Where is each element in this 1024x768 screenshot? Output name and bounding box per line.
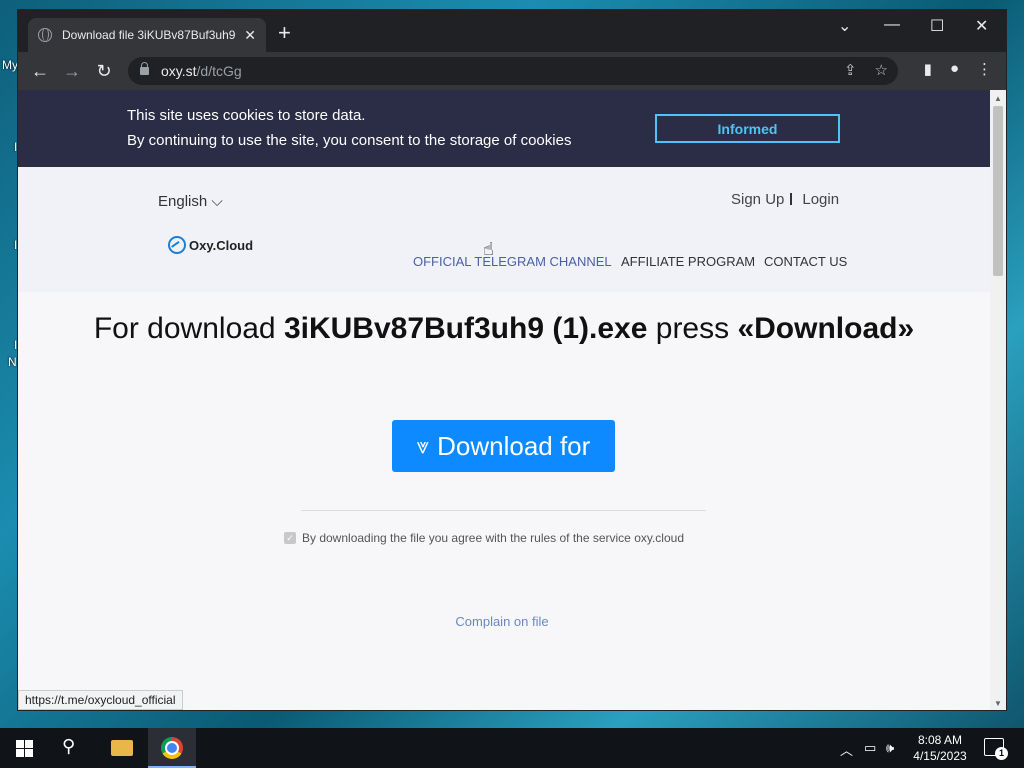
site-header: English ⌵ Sign Up Login Oxy.Cloud OFFICIA… bbox=[18, 167, 990, 292]
desktop-icon-label[interactable]: I bbox=[14, 338, 17, 352]
scrollbar-thumb[interactable] bbox=[993, 106, 1003, 276]
page-title: For download 3iKUBv87Buf3uh9 (1).exe pre… bbox=[18, 312, 990, 346]
divider bbox=[790, 193, 793, 205]
page-viewport: This site uses cookies to store data. By… bbox=[18, 90, 990, 710]
notification-icon[interactable]: 1 bbox=[984, 738, 1008, 760]
search-icon[interactable]: ⚲ bbox=[62, 736, 75, 757]
desktop-icon-label[interactable]: N bbox=[8, 355, 17, 369]
back-button[interactable]: ← bbox=[24, 61, 56, 82]
desktop-icon-label[interactable]: I bbox=[14, 140, 17, 154]
address-bar[interactable]: oxy.st/d/tcGg ⇪ ☆ bbox=[128, 57, 898, 85]
page-scrollbar[interactable]: ▲ ▼ bbox=[990, 90, 1006, 710]
minimize-button[interactable]: — bbox=[884, 16, 900, 34]
download-section: For download 3iKUBv87Buf3uh9 (1).exe pre… bbox=[18, 292, 990, 710]
forward-button[interactable]: → bbox=[56, 61, 88, 82]
bookmark-star-icon[interactable]: ☆ bbox=[875, 61, 888, 79]
desktop-icon-label[interactable]: My bbox=[2, 58, 18, 72]
maximize-button[interactable]: ☐ bbox=[930, 16, 944, 36]
hand-cursor-icon: ☝ bbox=[483, 239, 494, 259]
browser-window: Download file 3iKUBv87Buf3uh9 ✕ + ⌄ — ☐ … bbox=[18, 10, 1006, 710]
profile-icon[interactable]: ● bbox=[950, 60, 959, 78]
scroll-down-arrow-icon[interactable]: ▼ bbox=[994, 699, 1002, 708]
new-tab-button[interactable]: + bbox=[278, 22, 291, 44]
windows-start-icon[interactable] bbox=[16, 740, 33, 757]
chrome-icon bbox=[161, 737, 183, 759]
scroll-up-arrow-icon[interactable]: ▲ bbox=[994, 94, 1002, 103]
share-icon[interactable]: ⇪ bbox=[844, 61, 857, 79]
chevron-down-icon: ⌵ bbox=[211, 193, 223, 210]
chevron-up-icon[interactable]: ︿ bbox=[840, 740, 853, 759]
lock-icon[interactable] bbox=[140, 62, 149, 75]
browser-tab[interactable]: Download file 3iKUBv87Buf3uh9 ✕ bbox=[28, 18, 266, 52]
cookie-text-line2: By continuing to use the site, you conse… bbox=[127, 132, 572, 149]
download-button-label: Download for bbox=[437, 430, 591, 461]
language-selector[interactable]: English ⌵ bbox=[158, 193, 223, 210]
globe-icon bbox=[38, 28, 52, 42]
clock-time: 8:08 AM bbox=[917, 733, 963, 747]
reload-button[interactable]: ↻ bbox=[88, 61, 120, 82]
double-chevron-down-icon: ⩔ bbox=[416, 433, 430, 458]
system-clock[interactable]: 8:08 AM 4/15/2023 bbox=[906, 732, 974, 764]
site-logo[interactable]: Oxy.Cloud bbox=[168, 236, 253, 254]
headline-action: «Download» bbox=[737, 312, 915, 345]
headline-prefix: For download bbox=[93, 312, 284, 345]
download-button[interactable]: ⩔ Download for bbox=[392, 420, 615, 472]
file-name: 3iKUBv87Buf3uh9 (1).exe bbox=[283, 312, 648, 345]
chrome-taskbar-button[interactable] bbox=[148, 728, 196, 768]
agree-checkbox[interactable]: ✓ bbox=[284, 532, 296, 544]
informed-button[interactable]: Informed bbox=[655, 114, 840, 143]
desktop-icon-label[interactable]: I bbox=[14, 238, 17, 252]
notification-count: 1 bbox=[995, 747, 1008, 760]
login-link[interactable]: Login bbox=[802, 191, 839, 208]
nav-telegram-channel[interactable]: OFFICIAL TELEGRAM CHANNEL bbox=[413, 254, 612, 269]
volume-icon[interactable]: 🕪 bbox=[886, 740, 894, 756]
url-path: /d/tcGg bbox=[196, 63, 242, 79]
clock-date: 4/15/2023 bbox=[913, 749, 967, 763]
language-label: English bbox=[158, 193, 208, 210]
tab-title: Download file 3iKUBv87Buf3uh9 bbox=[62, 28, 236, 42]
tab-close-icon[interactable]: ✕ bbox=[244, 27, 256, 44]
close-window-button[interactable]: ✕ bbox=[975, 16, 988, 36]
file-explorer-icon[interactable] bbox=[111, 740, 133, 756]
cookie-text-line1: This site uses cookies to store data. bbox=[127, 107, 366, 124]
status-bar-url: https://t.me/oxycloud_official bbox=[18, 690, 183, 710]
title-bar: Download file 3iKUBv87Buf3uh9 ✕ + ⌄ — ☐ … bbox=[18, 10, 1006, 52]
menu-kebab-icon[interactable]: ⋮ bbox=[977, 60, 992, 78]
side-panel-icon[interactable]: ▮ bbox=[924, 60, 932, 78]
url-host: oxy.st bbox=[161, 63, 197, 79]
network-icon[interactable]: ▭ bbox=[864, 740, 876, 756]
cookie-banner: This site uses cookies to store data. By… bbox=[18, 90, 990, 167]
taskbar: ⚲ ︿ ▭ 🕪 8:08 AM 4/15/2023 1 bbox=[0, 728, 1024, 768]
tab-search-icon[interactable]: ⌄ bbox=[838, 16, 851, 36]
agree-terms: ✓ By downloading the file you agree with… bbox=[284, 531, 684, 545]
logo-text: Oxy.Cloud bbox=[189, 237, 254, 253]
sign-up-link[interactable]: Sign Up bbox=[731, 191, 784, 208]
auth-links: Sign Up Login bbox=[731, 191, 839, 208]
browser-toolbar: ← → ↻ oxy.st/d/tcGg ⇪ ☆ ▮ ● ⋮ bbox=[18, 52, 1006, 90]
nav-contact-us[interactable]: CONTACT US bbox=[764, 254, 847, 269]
complain-link[interactable]: Complain on file bbox=[18, 614, 986, 629]
nav-affiliate-program[interactable]: AFFILIATE PROGRAM bbox=[621, 254, 755, 269]
oxy-logo-icon bbox=[168, 236, 186, 254]
agree-text: By downloading the file you agree with t… bbox=[302, 531, 684, 545]
divider bbox=[301, 510, 706, 511]
headline-mid: press bbox=[647, 312, 738, 345]
